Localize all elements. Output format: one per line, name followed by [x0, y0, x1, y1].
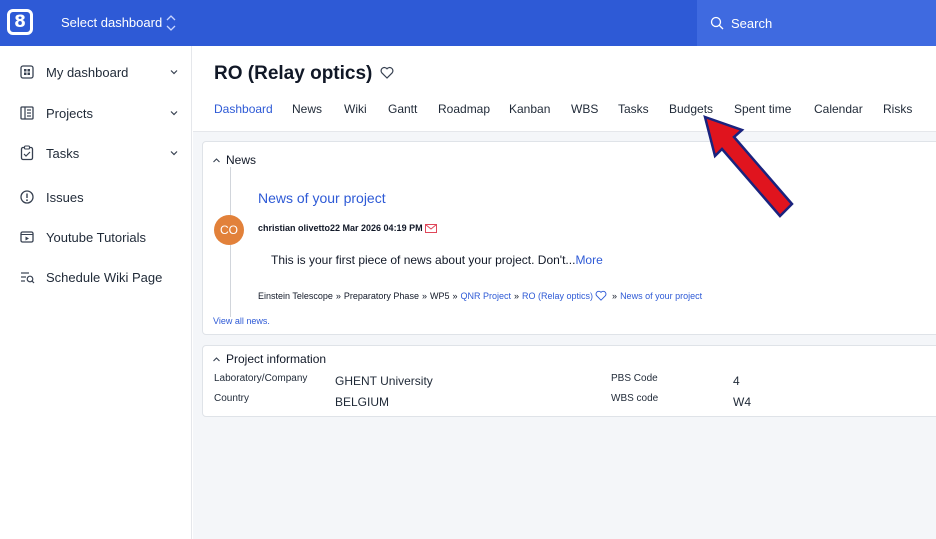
- more-link[interactable]: More: [575, 253, 602, 267]
- news-body-text: This is your first piece of news about y…: [271, 253, 576, 267]
- info-value: W4: [733, 395, 751, 409]
- project-header: RO (Relay optics) Dashboard News Wiki Ga…: [193, 46, 936, 132]
- dashboard-icon: [20, 65, 34, 79]
- sidebar-item-youtube-tutorials[interactable]: Youtube Tutorials: [0, 222, 192, 252]
- logo-text: 8: [14, 11, 26, 32]
- breadcrumb-separator: »: [335, 290, 341, 301]
- project-info-header[interactable]: Project information: [212, 352, 326, 366]
- chevron-down-icon[interactable]: [169, 148, 179, 158]
- info-value: 4: [733, 374, 740, 388]
- tab-wbs[interactable]: WBS: [571, 102, 598, 116]
- sidebar-item-label: Schedule Wiki Page: [46, 269, 163, 285]
- sidebar-item-label: Projects: [46, 105, 93, 121]
- tab-gantt[interactable]: Gantt: [388, 102, 417, 116]
- chevron-down-icon[interactable]: [169, 67, 179, 77]
- breadcrumb-item: Einstein Telescope: [258, 290, 333, 301]
- search-input[interactable]: Search: [731, 16, 772, 31]
- breadcrumb-link-ro[interactable]: RO (Relay optics): [522, 291, 593, 301]
- breadcrumb-separator: »: [421, 290, 427, 301]
- chevron-up-down-icon[interactable]: [164, 12, 178, 34]
- sidebar-item-label: My dashboard: [46, 64, 129, 80]
- chevron-up-icon: [213, 357, 220, 362]
- heart-icon[interactable]: [595, 290, 607, 301]
- search-icon: [710, 16, 724, 30]
- info-label: Country: [214, 393, 250, 404]
- tab-roadmap[interactable]: Roadmap: [438, 102, 490, 116]
- tab-kanban[interactable]: Kanban: [509, 102, 550, 116]
- info-label: Laboratory/Company: [214, 373, 308, 384]
- sidebar: My dashboard Projects Tasks Issues Youtu…: [0, 46, 192, 539]
- sidebar-item-label: Tasks: [46, 145, 80, 161]
- breadcrumb-link-news[interactable]: News of your project: [620, 291, 702, 301]
- project-info-card: Project information Laboratory/Company G…: [202, 345, 936, 417]
- news-item-title[interactable]: News of your project: [258, 190, 386, 206]
- tasks-icon: [20, 145, 34, 161]
- chevron-down-icon[interactable]: [169, 108, 179, 118]
- mail-icon[interactable]: [424, 223, 437, 233]
- breadcrumb-item: Preparatory Phase: [343, 290, 419, 301]
- view-all-news-link[interactable]: View all news.: [213, 316, 270, 326]
- tab-wiki[interactable]: Wiki: [344, 102, 367, 116]
- sidebar-item-schedule-wiki-page[interactable]: Schedule Wiki Page: [0, 262, 192, 292]
- info-label: PBS Code: [611, 373, 658, 384]
- info-value: GHENT University: [335, 374, 433, 388]
- schedule-icon: [21, 272, 35, 284]
- breadcrumb-separator: »: [612, 290, 618, 301]
- sidebar-item-my-dashboard[interactable]: My dashboard: [0, 57, 192, 87]
- search-box[interactable]: Search: [697, 0, 936, 46]
- news-body: This is your first piece of news about y…: [271, 253, 603, 267]
- breadcrumb: Einstein Telescope » Preparatory Phase »…: [258, 290, 702, 301]
- sidebar-item-projects[interactable]: Projects: [0, 98, 192, 128]
- project-title: RO (Relay optics): [214, 63, 373, 84]
- avatar: CO: [214, 215, 244, 245]
- sidebar-item-tasks[interactable]: Tasks: [0, 138, 192, 168]
- issues-icon: [20, 190, 34, 204]
- news-section-title: News: [226, 153, 257, 167]
- news-card: News News of your project CO christian o…: [202, 141, 936, 335]
- news-section-header[interactable]: News: [212, 153, 256, 167]
- project-info-title: Project information: [226, 352, 327, 366]
- tab-news[interactable]: News: [292, 102, 322, 116]
- chevron-up-icon: [213, 158, 220, 163]
- news-author-date: christian olivetto22 Mar 2026 04:19 PM: [258, 223, 423, 233]
- app-logo[interactable]: 8: [7, 9, 33, 35]
- tab-tasks[interactable]: Tasks: [618, 102, 649, 116]
- video-icon: [20, 231, 34, 243]
- top-bar: 8 Select dashboard Search: [0, 0, 936, 46]
- sidebar-item-label: Youtube Tutorials: [46, 229, 146, 245]
- tab-risks[interactable]: Risks: [883, 102, 912, 116]
- select-dashboard[interactable]: Select dashboard: [61, 15, 162, 30]
- info-label: WBS code: [611, 393, 659, 404]
- projects-icon: [20, 106, 34, 120]
- tab-calendar[interactable]: Calendar: [814, 102, 863, 116]
- breadcrumb-separator: »: [452, 290, 458, 301]
- breadcrumb-separator: »: [514, 290, 520, 301]
- breadcrumb-item: WP5: [429, 290, 450, 301]
- heart-icon[interactable]: [380, 66, 394, 79]
- tab-dashboard[interactable]: Dashboard: [214, 102, 273, 116]
- breadcrumb-link-qnr-project[interactable]: QNR Project: [461, 291, 512, 301]
- main-content: RO (Relay optics) Dashboard News Wiki Ga…: [193, 46, 936, 539]
- annotation-arrow: [703, 115, 794, 218]
- sidebar-item-label: Issues: [46, 189, 84, 205]
- sidebar-item-issues[interactable]: Issues: [0, 182, 192, 212]
- news-author-line: christian olivetto22 Mar 2026 04:19 PM: [258, 223, 437, 233]
- info-value: BELGIUM: [335, 395, 390, 409]
